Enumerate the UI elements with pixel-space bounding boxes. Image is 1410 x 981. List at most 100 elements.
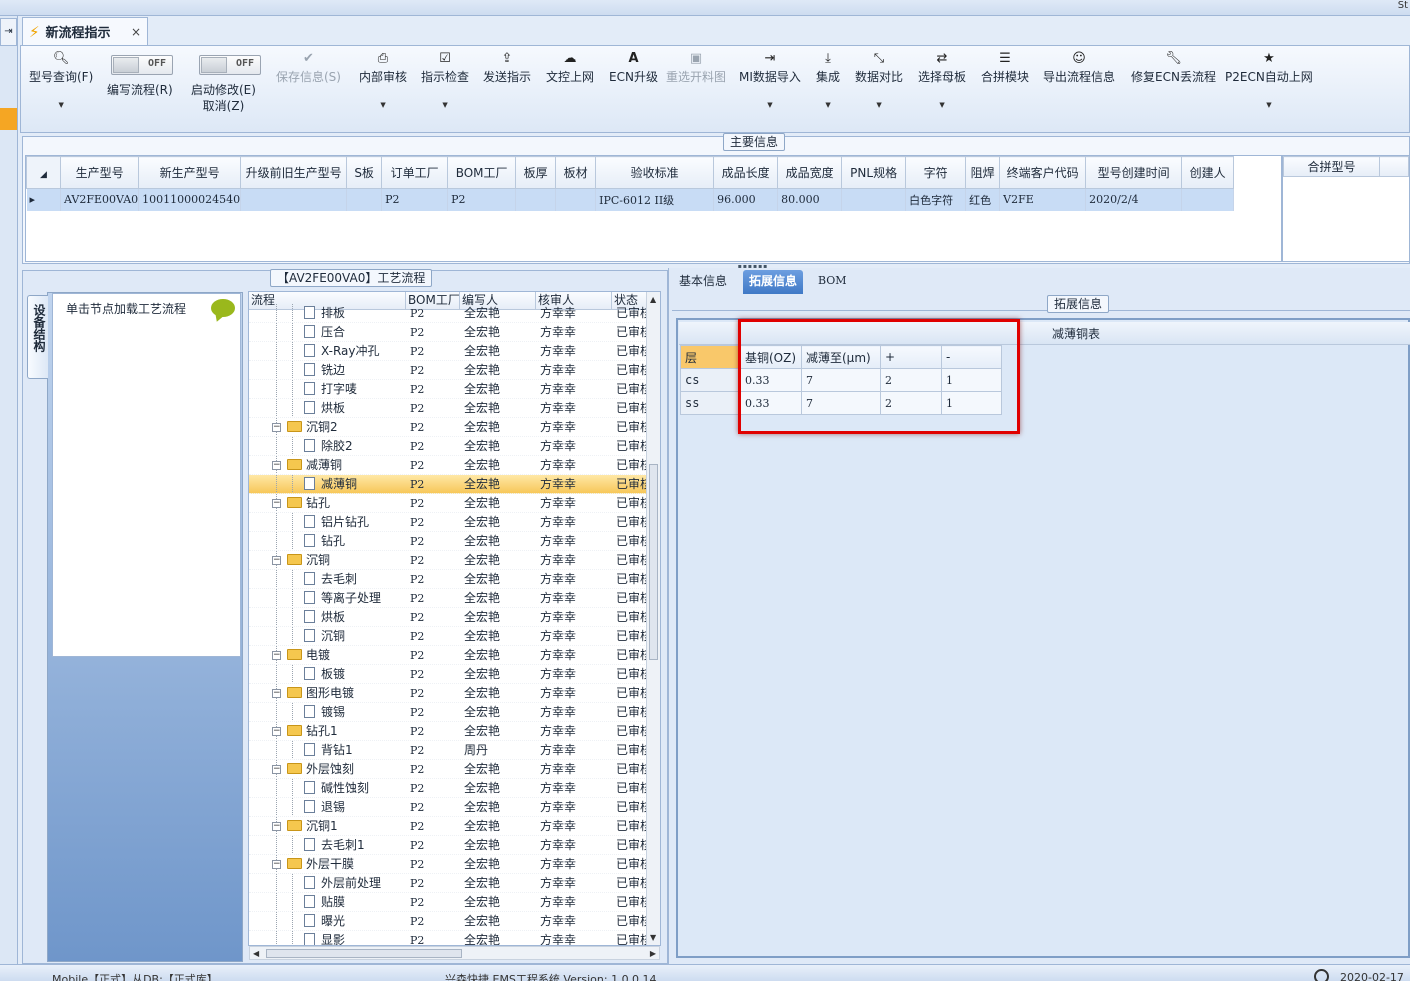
table-cell[interactable]: 白色字符 (905, 188, 967, 211)
tree-row[interactable]: − 沉铜2 P2 全宏艳 方幸幸 已审核 (249, 418, 647, 437)
column-header[interactable]: 板材 (555, 156, 597, 189)
write-process-toggle[interactable]: OFF (111, 55, 173, 75)
tree-row[interactable]: − 减薄铜 P2 全宏艳 方幸幸 已审核 (249, 456, 647, 475)
tree-node-cell[interactable]: 排板 (249, 304, 406, 322)
tree-row[interactable]: 铣边 P2 全宏艳 方幸幸 已审核 (249, 361, 647, 380)
table-cell[interactable]: 96.000 (713, 188, 779, 211)
table-cell[interactable]: V2FE (999, 188, 1087, 211)
table-cell[interactable]: 红色 (965, 188, 1001, 211)
export-process-info-button[interactable]: ☺ 导出流程信息 (1043, 50, 1115, 85)
tree-row[interactable]: 除胶2 P2 全宏艳 方幸幸 已审核 (249, 437, 647, 456)
tree-node-cell[interactable]: − 钻孔1 (249, 722, 406, 740)
tree-node-cell[interactable]: 外层前处理 (249, 874, 406, 892)
tree-row[interactable]: 铝片钻孔 P2 全宏艳 方幸幸 已审核 (249, 513, 647, 532)
publish-online-button[interactable]: ☁ 文控上网 (546, 50, 594, 85)
collapse-icon[interactable]: − (272, 860, 281, 869)
tree-node-cell[interactable]: − 沉铜2 (249, 418, 406, 436)
collapse-icon[interactable]: − (272, 423, 281, 432)
tab-bom[interactable]: BOM (812, 270, 853, 294)
instruction-check-button[interactable]: ☑ 指示检查 ▼ (421, 50, 469, 109)
tree-node-cell[interactable]: 曝光 (249, 912, 406, 930)
table-cell[interactable]: P2 (447, 188, 517, 211)
tree-row[interactable]: 打字唛 P2 全宏艳 方幸幸 已审核 (249, 380, 647, 399)
tree-node-cell[interactable]: 贴膜 (249, 893, 406, 911)
tree-node-cell[interactable]: 退锡 (249, 798, 406, 816)
tree-row[interactable]: 显影 P2 全宏艳 方幸幸 已审核 (249, 931, 647, 945)
reselect-cutting-map-button[interactable]: ▣ 重选开料图 (666, 50, 726, 85)
collapse-icon[interactable]: − (272, 689, 281, 698)
column-header[interactable]: S板 (346, 156, 383, 189)
tree-node-cell[interactable]: − 钻孔 (249, 494, 406, 512)
tree-node-cell[interactable]: 镀锡 (249, 703, 406, 721)
tree-node-cell[interactable]: 去毛刺 (249, 570, 406, 588)
tree-node-cell[interactable]: 背钻1 (249, 741, 406, 759)
tree-node-cell[interactable]: 等离子处理 (249, 589, 406, 607)
column-header[interactable] (1379, 156, 1409, 177)
tree-node-cell[interactable]: − 图形电镀 (249, 684, 406, 702)
tree-row[interactable]: 去毛刺1 P2 全宏艳 方幸幸 已审核 (249, 836, 647, 855)
tree-node-cell[interactable]: 沉铜 (249, 627, 406, 645)
merge-model-header[interactable]: 合拼型号 (1283, 156, 1381, 177)
tree-row[interactable]: 排板 P2 全宏艳 方幸幸 已审核 (249, 304, 647, 323)
repair-ecn-button[interactable]: 🔧︎ 修复ECN丢流程 (1131, 50, 1216, 85)
ecn-upgrade-button[interactable]: A ECN升级 (609, 50, 658, 85)
table-cell[interactable]: 10011000024540 (138, 188, 242, 211)
tree-node-cell[interactable]: − 电镀 (249, 646, 406, 664)
tree-row[interactable]: 贴膜 P2 全宏艳 方幸幸 已审核 (249, 893, 647, 912)
tree-row[interactable]: 沉铜 P2 全宏艳 方幸幸 已审核 (249, 627, 647, 646)
column-header[interactable]: 订单工厂 (381, 156, 449, 189)
tree-node-cell[interactable]: 打字唛 (249, 380, 406, 398)
table-cell[interactable] (515, 188, 557, 211)
tree-row[interactable]: 板镀 P2 全宏艳 方幸幸 已审核 (249, 665, 647, 684)
tree-row[interactable]: 去毛刺 P2 全宏艳 方幸幸 已审核 (249, 570, 647, 589)
send-instruction-button[interactable]: ⇪ 发送指示 (483, 50, 531, 85)
tree-node-cell[interactable]: 显影 (249, 931, 406, 945)
tree-row[interactable]: 镀锡 P2 全宏艳 方幸幸 已审核 (249, 703, 647, 722)
column-header[interactable]: 验收标准 (595, 156, 715, 189)
tree-row[interactable]: 钻孔 P2 全宏艳 方幸幸 已审核 (249, 532, 647, 551)
collapse-icon[interactable]: − (272, 727, 281, 736)
table-cell[interactable] (841, 188, 907, 211)
table-cell[interactable] (240, 188, 348, 211)
start-modify-toggle[interactable]: OFF (199, 55, 261, 75)
scroll-left-icon[interactable]: ◀ (253, 949, 259, 958)
tree-node-cell[interactable]: 压合 (249, 323, 406, 341)
scroll-thumb[interactable] (649, 464, 658, 660)
tree-node-cell[interactable]: 钻孔 (249, 532, 406, 550)
column-header[interactable]: 型号创建时间 (1085, 156, 1183, 189)
tree-row[interactable]: − 沉铜1 P2 全宏艳 方幸幸 已审核 (249, 817, 647, 836)
collapse-rail-icon[interactable]: ⇥ (0, 18, 17, 46)
tab-equipment-structure[interactable]: 设备结构 (27, 295, 48, 379)
column-header[interactable]: 成品长度 (713, 156, 779, 189)
tree-row[interactable]: 等离子处理 P2 全宏艳 方幸幸 已审核 (249, 589, 647, 608)
tree-row[interactable]: 背钻1 P2 周丹 方幸幸 已审核 (249, 741, 647, 760)
tree-row[interactable]: 烘板 P2 全宏艳 方幸幸 已审核 (249, 399, 647, 418)
column-header[interactable]: 阻焊 (965, 156, 1001, 189)
scroll-thumb[interactable] (266, 949, 462, 958)
tree-row[interactable]: − 钻孔 P2 全宏艳 方幸幸 已审核 (249, 494, 647, 513)
column-header[interactable]: 新生产型号 (138, 156, 242, 189)
tree-node-cell[interactable]: − 减薄铜 (249, 456, 406, 474)
column-header[interactable]: 创建人 (1181, 156, 1235, 189)
collapse-icon[interactable]: − (272, 765, 281, 774)
tree-node-cell[interactable]: 烘板 (249, 399, 406, 417)
tree-row[interactable]: 压合 P2 全宏艳 方幸幸 已审核 (249, 323, 647, 342)
tree-node-cell[interactable]: 铝片钻孔 (249, 513, 406, 531)
scroll-right-icon[interactable]: ▶ (650, 949, 656, 958)
tree-node-cell[interactable]: 板镀 (249, 665, 406, 683)
table-cell[interactable]: 2020/2/4 (1085, 188, 1183, 211)
tree-node-cell[interactable]: − 外层干膜 (249, 855, 406, 873)
layer-cell[interactable]: ss (680, 391, 741, 415)
scroll-up-icon[interactable]: ▲ (650, 295, 656, 304)
tree-node-cell[interactable]: X-Ray冲孔 (249, 342, 406, 360)
integrate-button[interactable]: ⤓ 集成 ▼ (816, 50, 840, 109)
tree-node-cell[interactable]: 碱性蚀刻 (249, 779, 406, 797)
tree-row[interactable]: 碱性蚀刻 P2 全宏艳 方幸幸 已审核 (249, 779, 647, 798)
close-icon[interactable]: × (131, 25, 141, 39)
merge-module-button[interactable]: ☰ 合拼模块 (981, 50, 1029, 85)
column-header[interactable]: 板厚 (515, 156, 557, 189)
scroll-down-icon[interactable]: ▼ (650, 933, 656, 942)
tree-row[interactable]: − 钻孔1 P2 全宏艳 方幸幸 已审核 (249, 722, 647, 741)
tree-node-cell[interactable]: − 外层蚀刻 (249, 760, 406, 778)
tree-node-cell[interactable]: 烘板 (249, 608, 406, 626)
